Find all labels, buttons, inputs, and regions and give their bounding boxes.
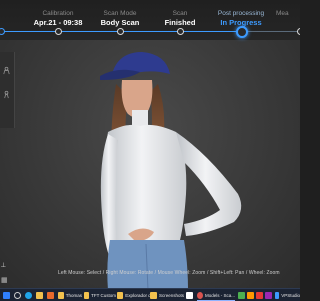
taskbar-label: VPStudio [281,292,300,298]
app-icon [47,291,54,299]
folder-icon [150,291,157,299]
app-icon [247,291,254,299]
step-0-dot[interactable] [0,28,5,35]
side-tool-panel [0,52,15,128]
taskbar-search[interactable] [14,291,21,299]
search-icon [14,291,21,299]
step-caption: Calibration [42,10,74,17]
scan-app-icon [197,291,203,299]
taskbar-vpstudio[interactable]: VPStudio [275,291,300,299]
step-caption: Scan [172,10,188,17]
step-caption: Post processing [217,10,265,17]
step-post-processing[interactable]: Post processing In Progress [206,0,276,27]
3d-viewport[interactable]: ne Calibration Apr.21 - 09:38 Scan Mode … [0,0,300,288]
explorer-icon [36,291,43,299]
cap-brim-shape [100,69,140,80]
browser-icon [25,291,32,299]
view-side-icon[interactable] [2,90,11,99]
app-icon [186,291,193,299]
step-scan-mode-dot[interactable] [117,28,124,35]
scanned-body-model[interactable] [88,44,258,288]
grid-toggle-icon[interactable]: ▦ [1,276,8,284]
taskbar-models-scan[interactable]: Models - Sca... [197,291,235,301]
app-icon [238,291,245,299]
step-calibration[interactable]: Calibration Apr.21 - 09:38 [23,0,93,27]
app-icon [256,291,263,299]
taskbar-app[interactable] [265,291,272,299]
step-measure-dot[interactable] [297,28,300,35]
taskbar-browser[interactable] [25,291,32,299]
taskbar-app[interactable] [238,291,245,299]
taskbar-screenshots[interactable]: Screenshots [150,291,184,299]
taskbar-app[interactable] [256,291,263,299]
view-front-icon[interactable] [2,66,11,75]
app-icon [265,291,272,299]
taskbar-thomas[interactable]: Thomas [58,291,82,299]
windows-taskbar: Thomas TFT Custom Explorador de... Scree… [0,288,300,301]
step-calibration-dot[interactable] [55,28,62,35]
start-button[interactable] [3,291,10,299]
taskbar-label: TFT Custom [91,292,116,298]
taskbar-label: Screenshots [158,292,184,298]
step-scan[interactable]: Scan Finished [145,0,215,27]
mouse-controls-hint: Left Mouse: Select / Right Mouse: Rotate… [58,270,280,276]
folder-icon [84,291,90,299]
taskbar-tft-custom[interactable]: TFT Custom [84,291,116,299]
taskbar-label: Models - Sca... [204,292,235,298]
taskbar-app[interactable] [47,291,54,299]
taskbar-app[interactable] [247,291,254,299]
step-scan-dot[interactable] [177,28,184,35]
step-post-processing-dot[interactable] [236,26,248,38]
axis-indicator-icon: ⟂ [1,262,6,269]
folder-icon [58,291,64,299]
taskbar-label: Thomas [65,292,82,298]
taskbar-explorer[interactable] [36,291,43,299]
step-caption: Mea [276,10,289,17]
step-measure[interactable]: Mea [276,0,300,18]
taskbar-app[interactable] [186,291,193,299]
studio-icon [275,291,280,299]
workflow-steps-bar: ne Calibration Apr.21 - 09:38 Scan Mode … [0,0,300,40]
left-arm-shape [100,134,118,258]
explorer-icon [117,291,124,299]
step-value: Finished [164,18,196,27]
start-icon [3,291,10,299]
step-value: Apr.21 - 09:38 [33,18,83,27]
